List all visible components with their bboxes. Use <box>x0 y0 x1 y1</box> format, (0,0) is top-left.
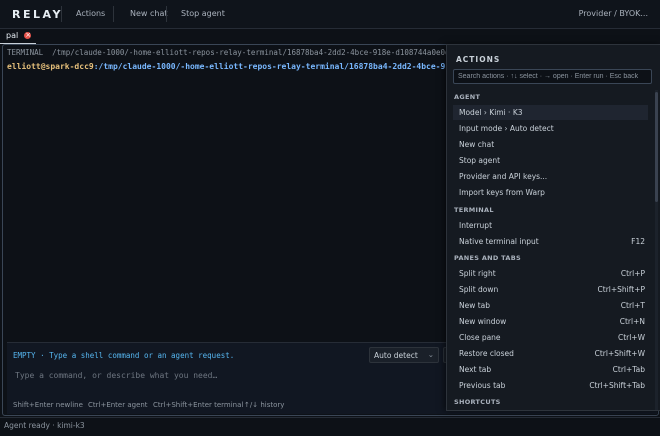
actions-search-input[interactable] <box>453 69 652 84</box>
action-restore-closed[interactable]: Restore closed Ctrl+Shift+W <box>453 346 648 361</box>
action-new-window[interactable]: New window Ctrl+N <box>453 314 648 329</box>
actions-list: AGENT Model › Kimi · K3 Input mode › Aut… <box>447 90 650 410</box>
action-label: Input mode › Auto detect <box>459 124 554 133</box>
action-label: Import keys from Warp <box>459 188 545 197</box>
action-shortcut: Ctrl+Tab <box>612 365 645 374</box>
section-agent: AGENT <box>454 93 481 101</box>
terminal-header: TERMINAL /tmp/claude-1000/-home-elliott-… <box>7 48 517 57</box>
actions-panel: ACTIONS AGENT Model › Kimi · K3 Input mo… <box>446 44 660 411</box>
action-label: Model › Kimi · K3 <box>459 108 523 117</box>
action-label: Stop agent <box>459 156 501 165</box>
divider <box>113 6 114 22</box>
action-label: Restore closed <box>459 349 514 358</box>
action-shortcut: Ctrl+P <box>620 269 645 278</box>
action-new-tab[interactable]: New tab Ctrl+T <box>453 298 648 313</box>
action-shortcut: Ctrl+W <box>617 333 645 342</box>
action-input-mode[interactable]: Input mode › Auto detect <box>453 121 648 136</box>
hint-agent: Ctrl+Enter agent <box>88 401 148 409</box>
provider-button[interactable]: Provider / BYOK... <box>579 9 648 18</box>
stop-agent-button[interactable]: Stop agent <box>181 9 225 18</box>
tab-pal[interactable]: pal <box>0 29 36 44</box>
action-label: New tab <box>459 301 491 310</box>
hint-newline: Shift+Enter newline <box>13 401 83 409</box>
action-split-right[interactable]: Split right Ctrl+P <box>453 266 648 281</box>
chevron-down-icon: ⌄ <box>427 350 434 359</box>
divider <box>166 6 167 22</box>
action-new-chat[interactable]: New chat <box>453 137 648 152</box>
actions-title: ACTIONS <box>456 55 501 64</box>
tab-label: pal <box>6 31 19 40</box>
action-label: Native terminal input <box>459 237 539 246</box>
action-label: Interrupt <box>459 221 493 230</box>
action-label: Previous tab <box>459 381 506 390</box>
terminal-label: TERMINAL <box>7 48 44 57</box>
input-mode-value: Auto detect <box>374 351 418 360</box>
scrollbar-thumb[interactable] <box>655 92 658 202</box>
action-label: Next tab <box>459 365 492 374</box>
action-shortcut: F12 <box>631 237 645 246</box>
section-shortcuts: SHORTCUTS <box>454 398 501 406</box>
new-chat-button[interactable]: New chat <box>130 9 168 18</box>
command-input[interactable] <box>13 367 447 383</box>
action-label: Close pane <box>459 333 501 342</box>
composer-status: EMPTY · Type a shell command or an agent… <box>13 351 235 360</box>
app-brand: RELAY <box>12 8 63 21</box>
hint-history: ↑/↓ history <box>244 401 285 409</box>
action-label: Split down <box>459 285 499 294</box>
action-shortcut: Ctrl+Shift+Tab <box>589 381 645 390</box>
action-shortcut: Ctrl+N <box>619 317 645 326</box>
input-mode-select[interactable]: Auto detect ⌄ <box>369 347 439 363</box>
prompt-user: elliott@spark-dcc9 <box>7 62 94 71</box>
status-bar: Agent ready · kimi-k3 <box>0 417 660 436</box>
section-panes-tabs: PANES AND TABS <box>454 254 521 262</box>
action-shortcut: Ctrl+Shift+W <box>594 349 645 358</box>
action-model[interactable]: Model › Kimi · K3 <box>453 105 648 120</box>
action-split-down[interactable]: Split down Ctrl+Shift+P <box>453 282 648 297</box>
action-native-input[interactable]: Native terminal input F12 <box>453 234 648 249</box>
action-label: New window <box>459 317 507 326</box>
action-shortcut: Ctrl+T <box>620 301 645 310</box>
action-label: New chat <box>459 140 495 149</box>
action-shortcut: Ctrl+Shift+P <box>597 285 645 294</box>
action-provider-keys[interactable]: Provider and API keys... <box>453 169 648 184</box>
action-import-warp[interactable]: Import keys from Warp <box>453 185 648 200</box>
action-interrupt[interactable]: Interrupt <box>453 218 648 233</box>
section-terminal: TERMINAL <box>454 206 494 214</box>
top-bar: RELAY Actions New chat Stop agent Provid… <box>0 0 660 29</box>
action-previous-tab[interactable]: Previous tab Ctrl+Shift+Tab <box>453 378 648 393</box>
actions-button[interactable]: Actions <box>76 9 105 18</box>
action-close-pane[interactable]: Close pane Ctrl+W <box>453 330 648 345</box>
action-label: Provider and API keys... <box>459 172 548 181</box>
action-stop-agent[interactable]: Stop agent <box>453 153 648 168</box>
close-tab-icon[interactable] <box>24 30 31 40</box>
agent-status: Agent ready · kimi-k3 <box>4 421 85 430</box>
tab-bar: pal <box>0 29 660 44</box>
hint-terminal: Ctrl+Shift+Enter terminal <box>153 401 244 409</box>
action-next-tab[interactable]: Next tab Ctrl+Tab <box>453 362 648 377</box>
action-label: Split right <box>459 269 496 278</box>
divider <box>61 6 62 22</box>
